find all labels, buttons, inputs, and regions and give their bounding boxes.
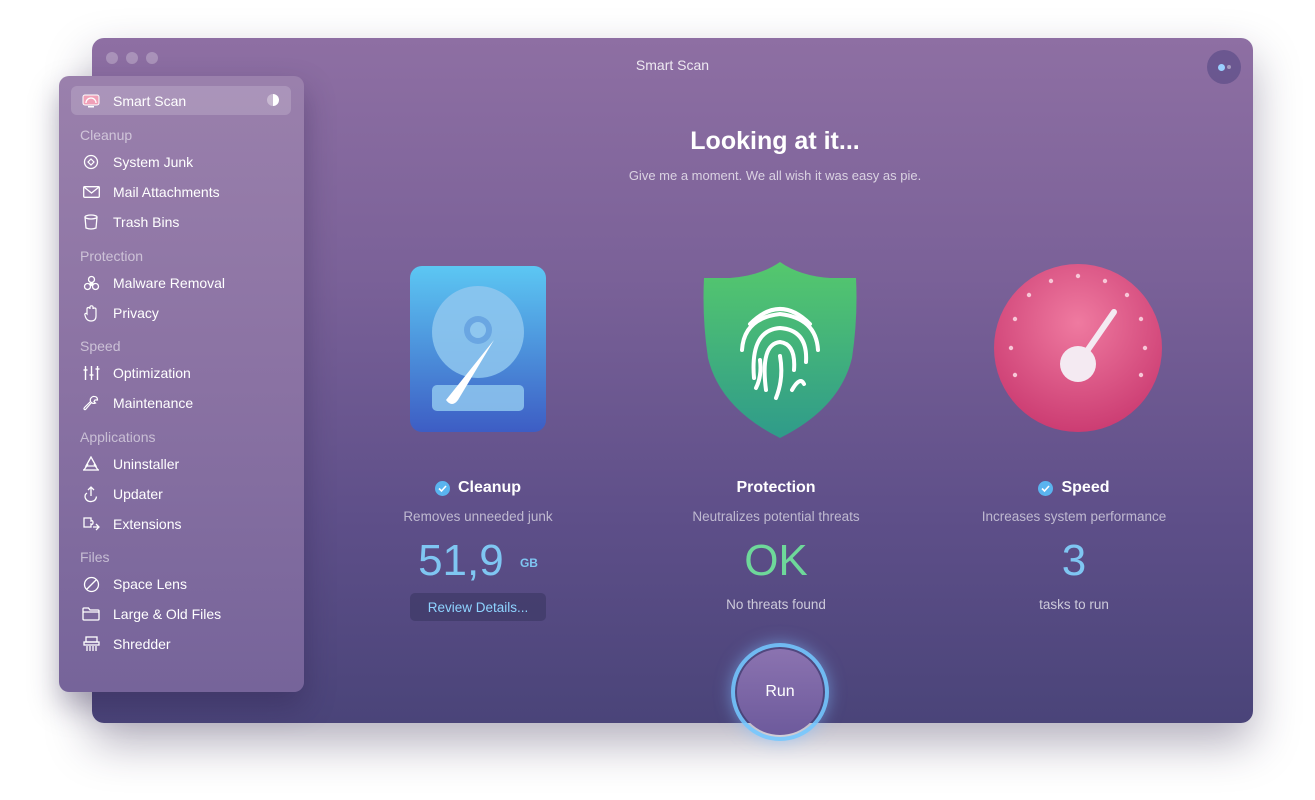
hand-icon (81, 304, 101, 322)
sidebar-item-large-old-files[interactable]: Large & Old Files (81, 603, 221, 625)
uninstaller-icon (81, 455, 101, 473)
sidebar-item-label: Optimization (113, 365, 191, 381)
protection-note: No threats found (726, 597, 826, 612)
sidebar-item-space-lens[interactable]: Space Lens (81, 573, 187, 595)
check-icon (434, 480, 450, 496)
page-title: Looking at it... (690, 127, 860, 155)
review-details-button[interactable]: Review Details... (410, 593, 546, 621)
cleanup-unit: GB (519, 556, 538, 571)
sidebar-item-updater[interactable]: Updater (81, 483, 163, 505)
assistant-icon (1217, 63, 1225, 71)
sidebar-item-label: Smart Scan (113, 93, 187, 109)
cleanup-value-row: 51,9 GB (348, 535, 608, 589)
sidebar-item-system-junk[interactable]: System Junk (81, 151, 193, 173)
sidebar-item-label: Mail Attachments (113, 184, 220, 200)
updater-icon (81, 485, 101, 503)
sidebar-section-cleanup: Cleanup (80, 127, 133, 143)
hard-drive-icon (410, 266, 546, 432)
sidebar-item-privacy[interactable]: Privacy (81, 302, 159, 324)
sidebar-section-speed: Speed (80, 338, 121, 354)
sidebar-section-protection: Protection (80, 248, 144, 264)
sidebar-item-label: System Junk (113, 154, 194, 170)
cleanup-title-row: Cleanup (348, 479, 608, 497)
cleanup-description: Removes unneeded junk (403, 509, 553, 524)
sidebar-item-smart-scan-row[interactable]: Smart Scan (81, 90, 186, 112)
scan-progress-icon (267, 94, 279, 106)
sidebar-item-label: Trash Bins (113, 214, 180, 230)
system-junk-icon (81, 153, 101, 171)
sidebar-item-label: Privacy (113, 305, 159, 321)
cleanup-title: Cleanup (457, 479, 522, 496)
sidebar-item-label: Malware Removal (113, 275, 226, 291)
sidebar-item-shredder[interactable]: Shredder (81, 633, 171, 655)
window-title: Smart Scan (635, 57, 710, 73)
sidebar-item-mail-attachments[interactable]: Mail Attachments (81, 181, 220, 203)
page-subtitle: Give me a moment. We all wish it was eas… (628, 168, 922, 183)
sidebar-item-label: Extensions (113, 516, 182, 532)
sidebar-item-malware-removal[interactable]: Malware Removal (81, 272, 225, 294)
extensions-icon (81, 515, 101, 533)
protection-title: Protection (736, 479, 816, 496)
sidebar-item-label: Shredder (113, 636, 171, 652)
speedometer-icon (994, 264, 1162, 432)
sliders-icon (81, 364, 101, 382)
protection-title-row: Protection (646, 479, 906, 497)
shield-fingerprint-icon (703, 262, 857, 438)
speed-title: Speed (1061, 479, 1110, 496)
protection-value: OK (744, 536, 808, 585)
folder-icon (81, 605, 101, 623)
sidebar-item-uninstaller[interactable]: Uninstaller (81, 453, 179, 475)
check-icon (1038, 480, 1054, 496)
speed-title-row: Speed (944, 479, 1204, 497)
space-lens-icon (81, 575, 101, 593)
sidebar-item-label: Space Lens (113, 576, 187, 592)
sidebar-item-maintenance[interactable]: Maintenance (81, 392, 193, 414)
sidebar-item-label: Updater (113, 486, 163, 502)
speed-description: Increases system performance (981, 509, 1167, 524)
speed-note: tasks to run (1039, 597, 1109, 612)
mail-icon (81, 183, 101, 201)
sidebar-section-files: Files (80, 549, 110, 565)
speed-value: 3 (1061, 536, 1087, 585)
protection-description: Neutralizes potential threats (692, 509, 860, 524)
sidebar-item-extensions[interactable]: Extensions (81, 513, 181, 535)
biohazard-icon (81, 274, 101, 292)
sidebar: Smart Scan Cleanup System Junk Mail Atta… (59, 76, 304, 692)
sidebar-item-trash-bins[interactable]: Trash Bins (81, 211, 179, 233)
wrench-icon (81, 394, 101, 412)
sidebar-item-label: Large & Old Files (113, 606, 222, 622)
run-button[interactable]: Run (737, 649, 823, 735)
sidebar-item-label: Uninstaller (113, 456, 180, 472)
assistant-dot (1226, 65, 1231, 69)
sidebar-section-applications: Applications (80, 429, 156, 445)
assistant-button[interactable] (1207, 50, 1241, 84)
shredder-icon (81, 635, 101, 653)
trash-icon (81, 213, 101, 231)
cleanup-value: 51,9 (418, 536, 504, 585)
smart-scan-icon (81, 92, 101, 110)
sidebar-item-optimization[interactable]: Optimization (81, 362, 191, 384)
sidebar-item-label: Maintenance (113, 395, 194, 411)
